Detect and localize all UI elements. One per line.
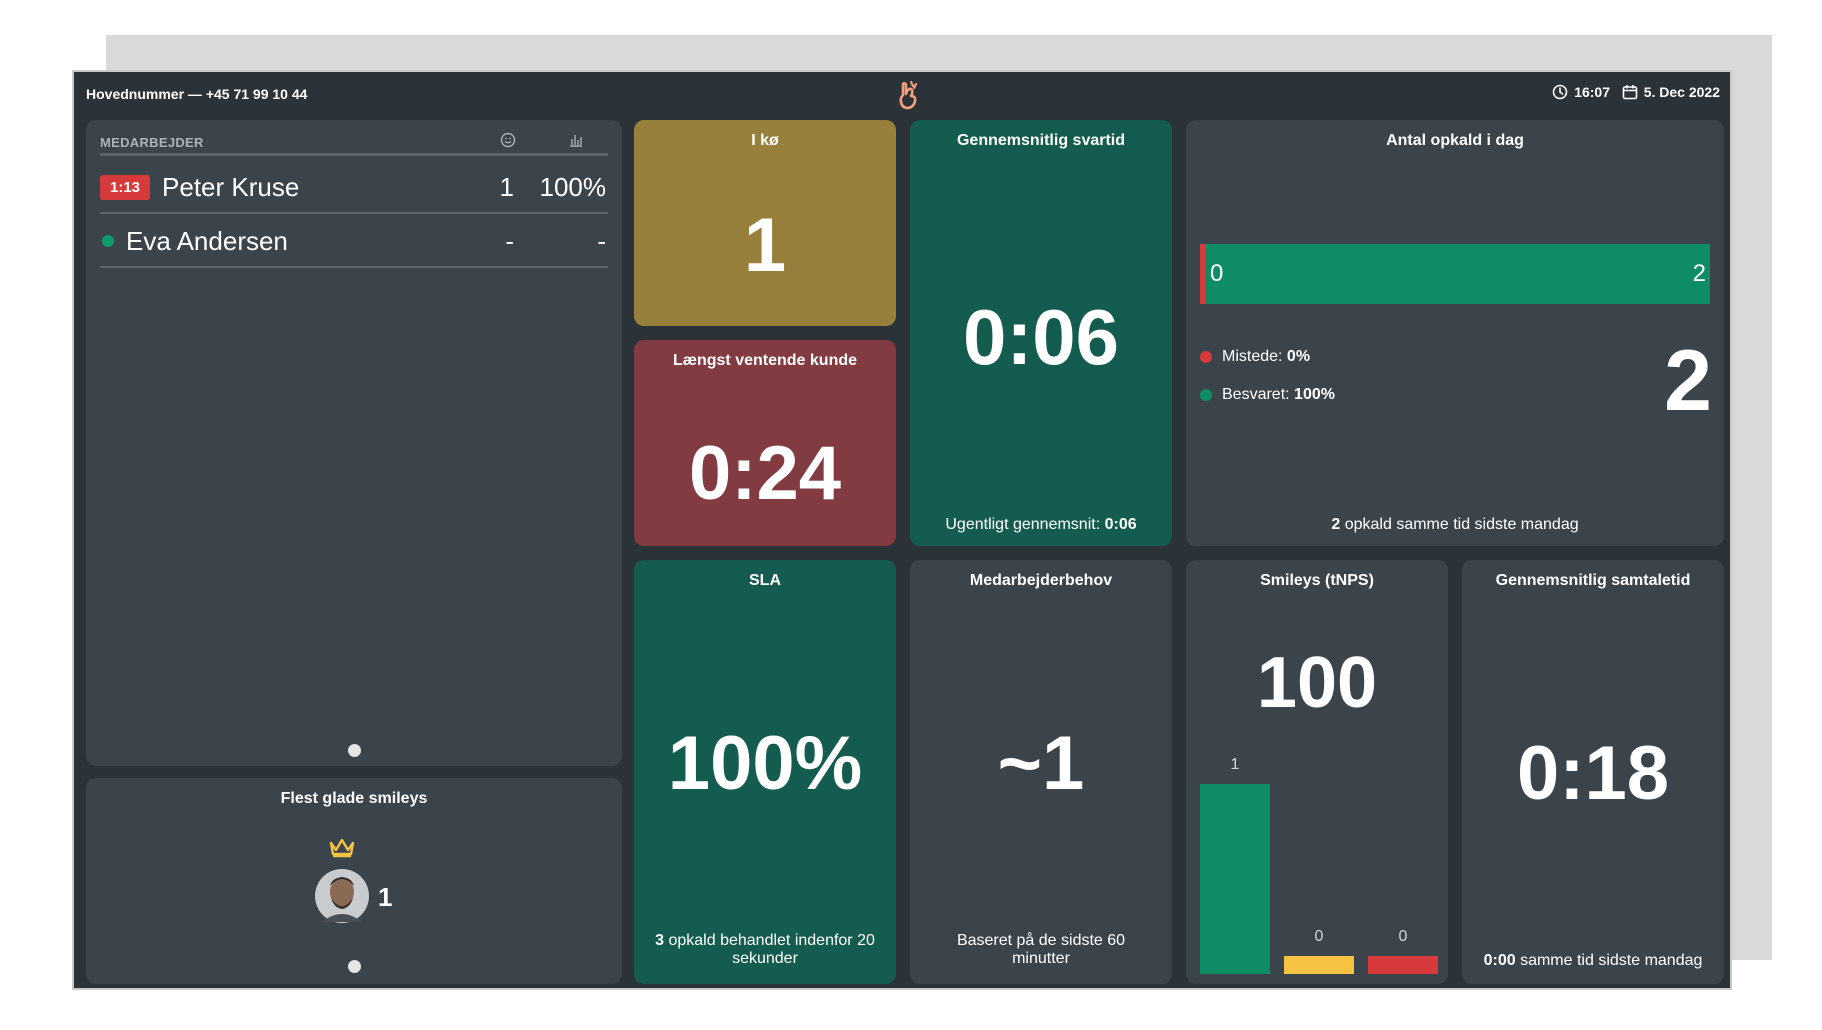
staff-name: Peter Kruse [162,171,300,202]
missed-legend: Mistede: 0% [1200,348,1310,366]
main-number-label: Hovednummer [86,86,185,102]
longest-waiting-panel: Længst ventende kunde 0:24 [634,340,896,546]
longest-waiting-title: Længst ventende kunde [672,352,858,369]
bar-chart-column-icon[interactable] [568,132,584,148]
smiley-column-icon[interactable] [500,132,516,148]
sla-foot: 3 opkald behandlet indenfor 20 sekunder [634,932,896,968]
avg-talk-foot-text: samme tid sidste mandag [1520,952,1703,969]
avg-talk-panel: Gennemsnitlig samtaletid 0:18 0:00 samme… [1462,560,1724,984]
weekly-average-label: Ugentligt gennemsnit: [945,516,1101,533]
avg-talk-foot: 0:00 samme tid sidste mandag [1462,952,1724,970]
staff-panel: MEDARBEJDER 1:13 Peter Kruse 1 100% Eva … [86,120,622,766]
answered-dot [1200,389,1212,401]
date: 5. Dec 2022 [1622,84,1720,100]
calls-compare-text: opkald samme tid sidste mandag [1344,516,1579,533]
main-number: Hovednummer — +45 71 99 10 44 [86,86,307,102]
current-date: 5. Dec 2022 [1643,84,1720,100]
queue-title: I kø [751,132,779,149]
staff-column-header: MEDARBEJDER [100,135,204,150]
answered-label: Besvaret: [1222,386,1290,403]
smileys-value: 100 [1256,643,1378,723]
avg-talk-value: 0:18 [1516,731,1670,816]
happy-pager-dot[interactable] [348,960,361,973]
calls-total: 2 [1664,333,1712,429]
smiley-bar-positive [1200,784,1270,974]
calendar-icon [1622,85,1638,100]
happy-smileys-panel: Flest glade smileys 1 [86,778,622,984]
sla-title: SLA [749,572,781,589]
staff-need-title: Medarbejderbehov [969,572,1113,589]
staff-pager-dot[interactable] [348,744,361,757]
main-number-separator: — [187,86,202,102]
status-available-dot [102,235,114,247]
calls-progress-bar: 0 2 [1200,244,1710,304]
bar-max-label: 2 [1692,260,1706,287]
sla-value: 100% [667,721,863,806]
avg-response-value: 0:06 [962,293,1120,381]
sla-foot-count: 3 [655,932,665,949]
crown-icon [329,838,355,858]
smiley-label-negative: 0 [1398,928,1408,945]
staff-header: MEDARBEJDER [100,132,608,156]
main-number-value: +45 71 99 10 44 [205,86,308,102]
bar-min-label: 0 [1210,260,1224,287]
staff-row[interactable]: 1:13 Peter Kruse 1 100% [100,162,608,214]
happy-smileys-count: 1 [378,882,393,912]
staff-percentage: - [597,225,606,256]
avg-response-title: Gennemsnitlig svartid [956,132,1126,149]
answered-legend: Besvaret: 100% [1200,386,1335,404]
avg-talk-title: Gennemsnitlig samtaletid [1495,572,1691,589]
hand-logo-icon [899,80,918,110]
staff-row[interactable]: Eva Andersen - - [100,216,608,268]
dashboard-screen: Hovednummer — +45 71 99 10 44 16:07 5. D… [72,70,1732,990]
calls-compare: 2 opkald samme tid sidste mandag [1186,516,1724,534]
calls-today-panel: Antal opkald i dag 0 2 Mistede: 0% Besva… [1186,120,1724,546]
calls-compare-value: 2 [1331,516,1341,533]
top-bar: Hovednummer — +45 71 99 10 44 16:07 5. D… [74,72,1730,120]
smiley-bar-negative [1368,956,1438,974]
avg-talk-foot-value: 0:00 [1483,952,1516,969]
missed-value: 0% [1286,348,1311,365]
clock: 16:07 [1552,84,1610,100]
happy-smileys-title: Flest glade smileys [280,790,428,807]
missed-dot [1200,351,1212,363]
weekly-average-value: 0:06 [1104,516,1137,533]
smileys-bar-chart: 1 0 0 [1200,756,1438,974]
staff-need-panel: Medarbejderbehov ~1 Baseret på de sidste… [910,560,1172,984]
smileys-title: Smileys (tNPS) [1260,572,1374,589]
smiley-label-neutral: 0 [1314,928,1324,945]
smiley-bar-neutral [1284,956,1354,974]
longest-waiting-value: 0:24 [688,431,842,516]
staff-name: Eva Andersen [126,225,288,256]
avatar [315,869,369,923]
call-duration-badge: 1:13 [100,174,151,200]
missed-label: Mistede: [1222,348,1283,365]
smileys-panel: Smileys (tNPS) 100 1 0 0 [1186,560,1448,984]
staff-calls: - [505,225,514,256]
calls-today-title: Antal opkald i dag [1386,132,1524,149]
sla-foot-text: opkald behandlet indenfor 20 sekunder [668,932,875,967]
staff-calls: 1 [499,171,514,202]
smiley-label-positive: 1 [1230,756,1240,773]
staff-need-foot: Baseret på de sidste 60 minutter [956,932,1126,967]
staff-percentage: 100% [539,171,607,202]
staff-need-value: ~1 [997,721,1085,806]
answered-value: 100% [1294,386,1335,403]
current-time: 16:07 [1574,84,1610,100]
clock-icon [1552,84,1568,100]
avg-response-weekly: Ugentligt gennemsnit: 0:06 [910,516,1172,534]
avg-response-panel: Gennemsnitlig svartid 0:06 Ugentligt gen… [910,120,1172,546]
queue-panel: I kø 1 [634,120,896,326]
queue-value: 1 [743,203,787,288]
sla-panel: SLA 100% 3 opkald behandlet indenfor 20 … [634,560,896,984]
